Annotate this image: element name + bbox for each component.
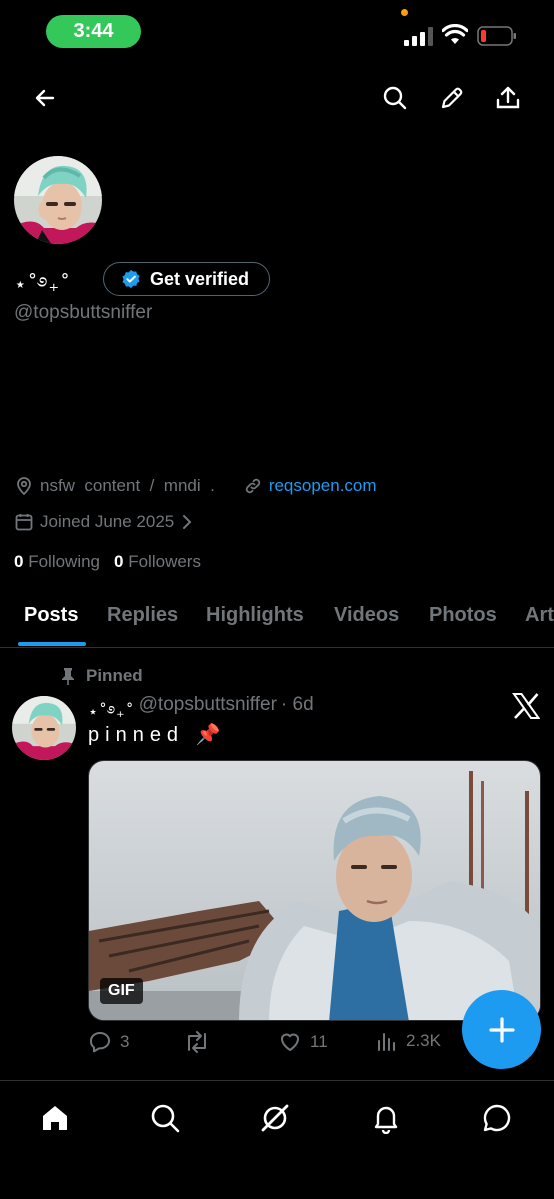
- followers-label: Followers: [128, 552, 201, 571]
- tab-articles[interactable]: Art: [525, 604, 554, 627]
- x-logo-icon[interactable]: [512, 692, 540, 720]
- explore-search-icon[interactable]: [148, 1101, 182, 1135]
- privacy-indicator: [401, 9, 408, 16]
- message-icon[interactable]: [480, 1101, 514, 1135]
- profile-avatar[interactable]: [12, 154, 104, 246]
- battery-icon: [477, 26, 516, 46]
- back-arrow-icon[interactable]: [30, 83, 60, 113]
- bottom-nav: [0, 1080, 554, 1199]
- website-link[interactable]: reqsopen.com: [269, 476, 377, 496]
- tab-highlights[interactable]: Highlights: [206, 604, 304, 627]
- reply-count: 3: [120, 1032, 130, 1051]
- share-icon[interactable]: [493, 83, 523, 113]
- like-button[interactable]: 11: [278, 1030, 328, 1054]
- heart-icon: [281, 1033, 299, 1051]
- status-time: 3:44: [46, 15, 141, 48]
- profile-meta-row: nsfw content / mndi . reqsopen.com: [14, 476, 377, 496]
- pinned-indicator: Pinned: [60, 666, 143, 686]
- bell-icon[interactable]: [369, 1101, 403, 1135]
- grok-icon[interactable]: [258, 1101, 292, 1135]
- joined-date: Joined June 2025: [40, 512, 175, 531]
- search-icon[interactable]: [380, 83, 410, 113]
- reply-button[interactable]: 3: [88, 1030, 129, 1054]
- follow-stats: 0 Following 0 Followers: [14, 552, 201, 572]
- post-media-gif[interactable]: [88, 760, 541, 1021]
- like-count: 11: [310, 1032, 328, 1051]
- followers-link[interactable]: 0 Followers: [114, 552, 201, 572]
- pinned-label: Pinned: [86, 666, 143, 685]
- chevron-right-icon: [183, 515, 192, 529]
- plus-icon: [488, 1016, 515, 1043]
- views-count: 2.3K: [406, 1031, 441, 1050]
- joined-row[interactable]: Joined June 2025: [14, 512, 194, 532]
- bio-location: nsfw content / mndi .: [40, 476, 215, 495]
- gif-badge: GIF: [100, 978, 143, 1004]
- views-button[interactable]: 2.3K: [376, 1030, 441, 1052]
- compose-button[interactable]: [462, 990, 541, 1069]
- repost-icon: [188, 1031, 206, 1053]
- post-text-body: pinned: [88, 724, 185, 746]
- following-label: Following: [28, 552, 101, 571]
- reply-icon: [90, 1032, 110, 1053]
- post-author-avatar[interactable]: [12, 696, 76, 760]
- home-icon[interactable]: [38, 1101, 72, 1135]
- calendar-icon: [15, 514, 33, 531]
- get-verified-label: Get verified: [150, 268, 250, 289]
- pencil-icon[interactable]: [437, 83, 467, 113]
- location-pin-icon: [17, 477, 31, 496]
- pin-icon: [62, 668, 74, 685]
- profile-tabs: Posts Replies Highlights Videos Photos A…: [0, 600, 554, 648]
- post-text: pinned 📌: [88, 722, 221, 747]
- pin-emoji: 📌: [195, 724, 221, 746]
- tab-photos[interactable]: Photos: [429, 604, 497, 627]
- tab-posts[interactable]: Posts: [24, 604, 78, 627]
- following-link[interactable]: 0 Following: [14, 552, 100, 572]
- repost-button[interactable]: [184, 1030, 210, 1054]
- get-verified-button[interactable]: Get verified: [103, 262, 270, 296]
- views-icon: [378, 1033, 395, 1051]
- followers-count: 0: [114, 552, 124, 571]
- link-icon: [245, 478, 260, 494]
- profile-handle: @topsbuttsniffer: [14, 302, 153, 323]
- post-time: · 6d: [280, 694, 314, 715]
- active-tab-indicator: [18, 642, 86, 646]
- verified-badge-icon: [122, 269, 140, 289]
- following-count: 0: [14, 552, 24, 571]
- tab-videos[interactable]: Videos: [334, 604, 399, 627]
- tab-replies[interactable]: Replies: [107, 604, 178, 627]
- wifi-icon: [442, 24, 468, 44]
- signal-icon: [404, 27, 433, 46]
